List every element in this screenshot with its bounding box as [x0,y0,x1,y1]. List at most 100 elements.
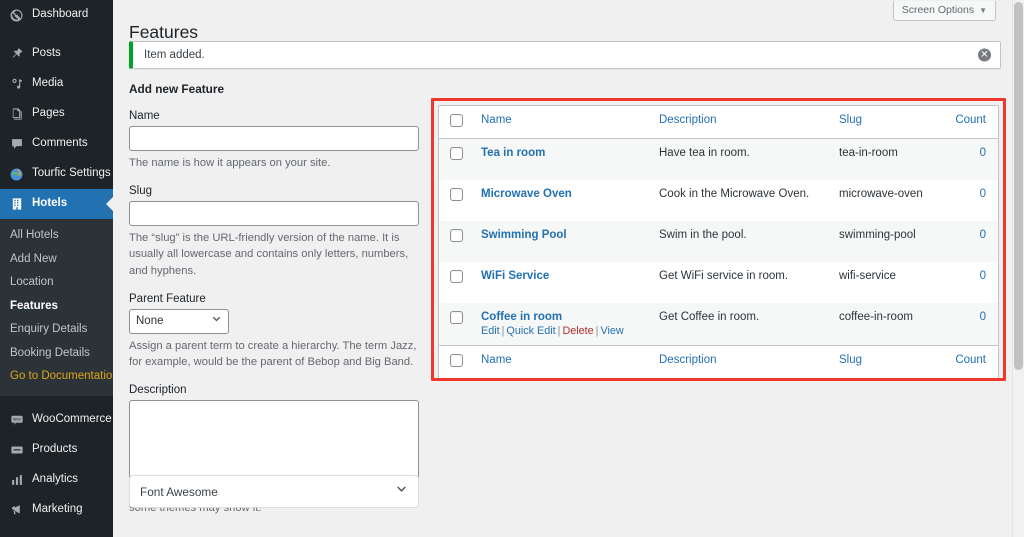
count-link[interactable]: 0 [980,147,986,159]
submenu-item-enquiry-details[interactable]: Enquiry Details [0,318,113,342]
parent-feature-label: Parent Feature [129,292,206,305]
row-checkbox[interactable] [450,228,463,242]
sidebar-item-tourfic-settings[interactable]: Tourfic Settings [0,159,113,189]
submenu-item-all-hotels[interactable]: All Hotels [0,224,113,248]
row-name-cell: Microwave Oven [471,180,649,221]
icon-library-select[interactable]: Font Awesome [129,475,419,508]
row-description-cell: Get WiFi service in room. [659,269,789,282]
pages-icon [8,106,25,123]
row-slug-cell: tea-in-room [839,147,898,159]
table-body: Tea in room Have tea in room. tea-in-roo… [439,138,998,345]
submenu-item-go-to-documentation[interactable]: Go to Documentation [0,365,119,389]
sidebar-item-hotels[interactable]: Hotels [0,189,113,219]
table-footer-row: Name Description Slug Count [439,344,998,378]
sidebar-item-label: Media [32,77,64,90]
slug-input[interactable] [129,201,419,227]
row-checkbox[interactable] [450,147,463,160]
row-checkbox[interactable] [450,187,463,201]
sidebar-item-label: Hotels [32,197,68,210]
submenu-item-booking-details[interactable]: Booking Details [0,342,113,366]
select-all-checkbox-footer[interactable] [450,353,463,367]
count-link[interactable]: 0 [980,188,986,200]
parent-feature-help-text: Assign a parent term to create a hierarc… [129,339,417,369]
table-row: Coffee in room Edit | Quick Edit | Delete | Vi… [439,302,998,345]
row-count-cell: 0 [945,221,998,262]
table-row: WiFi Service Get WiFi service in room. w… [439,262,998,303]
sidebar-item-products[interactable]: Products [0,435,113,465]
count-link[interactable]: 0 [980,311,986,323]
row-select-cell [439,262,471,303]
screen-options-button[interactable]: Screen Options ▼ [892,0,996,21]
column-header-slug[interactable]: Slug [829,106,945,139]
sidebar-item-woocommerce[interactable]: woo WooCommerce [0,405,113,435]
column-footer-name[interactable]: Name [471,344,649,378]
sidebar-item-elementor[interactable]: Elementor [0,534,113,537]
sidebar-item-pages[interactable]: Pages [0,99,113,129]
slug-help-text: The “slug” is the URL-friendly version o… [129,232,409,277]
admin-sidebar: Dashboard Posts Media Pages Comments Tou… [0,0,119,537]
wordpress-admin-screen: Dashboard Posts Media Pages Comments Tou… [0,0,1024,537]
sidebar-item-marketing[interactable]: Marketing [0,495,113,525]
sidebar-divider [0,396,113,405]
parent-feature-select[interactable]: None [129,308,229,334]
page-scrollbar[interactable] [1012,0,1024,537]
sidebar-item-label: Posts [32,47,61,60]
term-name-link[interactable]: Tea in room [481,147,545,159]
sidebar-item-comments[interactable]: Comments [0,129,113,159]
description-textarea[interactable] [129,400,419,480]
row-select-cell [439,221,471,262]
row-description-cell: Have tea in room. [659,147,750,159]
sidebar-item-media[interactable]: Media [0,69,113,99]
description-label: Description [129,384,187,397]
name-input[interactable] [129,126,419,151]
column-footer-slug[interactable]: Slug [829,344,945,378]
sidebar-item-label: Products [32,442,78,455]
submenu-item-add-new[interactable]: Add New [0,248,113,272]
row-checkbox[interactable] [450,310,463,324]
notice-message: Item added. [144,49,205,61]
column-header-description[interactable]: Description [649,106,829,139]
row-slug-cell: swimming-pool [839,228,916,241]
success-notice: Item added. ✕ [129,41,1001,69]
page-scrollbar-thumb[interactable] [1014,2,1023,370]
delete-link[interactable]: Delete [562,325,593,337]
pin-icon [8,46,25,63]
table-row: Microwave Oven Cook in the Microwave Ove… [439,180,998,221]
sidebar-item-dashboard[interactable]: Dashboard [0,0,113,30]
select-all-checkbox[interactable] [450,114,463,127]
sidebar-divider [0,30,113,39]
term-name-link[interactable]: Coffee in room [481,311,562,323]
column-footer-count[interactable]: Count [945,344,998,378]
row-name-cell: WiFi Service [471,262,649,303]
row-checkbox[interactable] [450,269,463,283]
term-name-link[interactable]: Swimming Pool [481,229,567,241]
screen-options-label: Screen Options [901,4,975,16]
sidebar-item-posts[interactable]: Posts [0,39,113,69]
edit-link[interactable]: Edit [481,325,500,337]
table-row: Tea in room Have tea in room. tea-in-roo… [439,138,998,180]
select-all-footer [439,344,471,378]
submenu-item-location[interactable]: Location [0,271,113,295]
quick-edit-link[interactable]: Quick Edit [506,325,555,337]
row-name-cell: Swimming Pool [471,221,649,262]
column-footer-description[interactable]: Description [649,344,829,378]
column-header-name[interactable]: Name [471,106,649,139]
row-count-cell: 0 [945,139,998,180]
sidebar-divider [0,525,113,534]
close-icon[interactable]: ✕ [978,48,991,62]
term-name-link[interactable]: WiFi Service [481,270,549,282]
sidebar-item-label: Dashboard [32,8,89,21]
table-header-row: Name Description Slug Count [439,106,998,139]
svg-text:woo: woo [13,416,21,421]
count-link[interactable]: 0 [980,270,986,282]
select-all-header [439,106,471,139]
column-header-count[interactable]: Count [945,106,998,139]
row-select-cell [439,180,471,221]
count-link[interactable]: 0 [980,229,986,241]
submenu-item-features[interactable]: Features [0,295,113,319]
term-name-link[interactable]: Microwave Oven [481,188,572,200]
name-help-text: The name is how it appears on your site. [129,157,331,169]
row-actions: Edit | Quick Edit | Delete | View [481,325,639,337]
sidebar-item-analytics[interactable]: Analytics [0,465,113,495]
view-link[interactable]: View [600,325,623,337]
